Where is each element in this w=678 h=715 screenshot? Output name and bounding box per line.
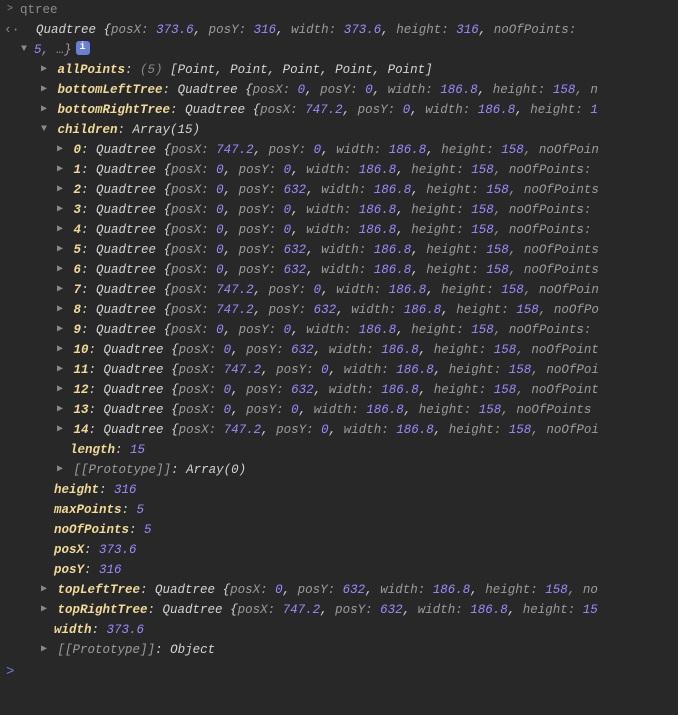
output-caret-icon: ‹· [4, 20, 18, 40]
array-index: 6 [74, 260, 82, 280]
chevron-right-icon[interactable]: ▶ [54, 160, 66, 180]
array-index: 2 [74, 180, 82, 200]
children-item[interactable]: ▶ 0: Quadtree {posX: 747.2, posY: 0, wid… [0, 140, 678, 160]
prop-bottomLeftTree[interactable]: ▶ bottomLeftTree: Quadtree { posX: 0, po… [0, 80, 678, 100]
prop-topRightTree[interactable]: ▶ topRightTree: Quadtree { posX: 747.2, … [0, 600, 678, 620]
chevron-right-icon[interactable]: ▶ [54, 180, 66, 200]
array-index: 8 [74, 300, 82, 320]
children-item[interactable]: ▶ 3: Quadtree {posX: 0, posY: 0, width: … [0, 200, 678, 220]
chevron-right-icon[interactable]: ▶ [38, 580, 50, 600]
children-item[interactable]: ▶ 1: Quadtree {posX: 0, posY: 0, width: … [0, 160, 678, 180]
children-item[interactable]: ▶ 9: Quadtree {posX: 0, posY: 0, width: … [0, 320, 678, 340]
chevron-right-icon[interactable]: ▶ [54, 360, 66, 380]
chevron-right-icon[interactable]: ▶ [54, 140, 66, 160]
array-index: 4 [74, 220, 82, 240]
chevron-right-icon[interactable]: ▶ [54, 420, 66, 440]
root-expression: qtree [16, 0, 58, 20]
chevron-right-icon[interactable]: ▶ [54, 380, 66, 400]
children-item[interactable]: ▶ 12: Quadtree {posX: 0, posY: 632, widt… [0, 380, 678, 400]
prop-noOfPoints[interactable]: noOfPoints: 5 [0, 520, 678, 540]
object-summary-line[interactable]: ‹· Quadtree { posX: 373.6 , posY: 316 , … [0, 20, 678, 40]
children-item[interactable]: ▶ 14: Quadtree {posX: 747.2, posY: 0, wi… [0, 420, 678, 440]
prop-maxPoints[interactable]: maxPoints: 5 [0, 500, 678, 520]
prop-bottomRightTree[interactable]: ▶ bottomRightTree: Quadtree { posX: 747.… [0, 100, 678, 120]
prop-height[interactable]: height: 316 [0, 480, 678, 500]
object-summary-line2[interactable]: ▼ 5 , …} i [0, 40, 678, 60]
console-prompt[interactable]: > [0, 660, 678, 684]
array-index: 3 [74, 200, 82, 220]
chevron-right-icon[interactable]: ▶ [38, 600, 50, 620]
chevron-down-icon[interactable]: ▼ [38, 120, 50, 140]
prop-length[interactable]: length: 15 [0, 440, 678, 460]
prop-allPoints[interactable]: ▶ allPoints: (5) [Point, Point, Point, P… [0, 60, 678, 80]
chevron-right-icon[interactable]: > [4, 0, 16, 20]
prop-posX[interactable]: posX: 373.6 [0, 540, 678, 560]
info-icon[interactable]: i [76, 41, 90, 55]
prop-width[interactable]: width: 373.6 [0, 620, 678, 640]
chevron-right-icon[interactable]: ▶ [54, 400, 66, 420]
chevron-right-icon[interactable]: ▶ [54, 460, 66, 480]
console-root-line[interactable]: > qtree [0, 0, 678, 20]
array-index: 5 [74, 240, 82, 260]
children-item[interactable]: ▶ 6: Quadtree {posX: 0, posY: 632, width… [0, 260, 678, 280]
chevron-down-icon[interactable]: ▼ [18, 40, 30, 60]
chevron-right-icon[interactable]: ▶ [54, 220, 66, 240]
children-item[interactable]: ▶ 7: Quadtree {posX: 747.2, posY: 0, wid… [0, 280, 678, 300]
chevron-right-icon[interactable]: ▶ [38, 80, 50, 100]
chevron-right-icon[interactable]: ▶ [54, 280, 66, 300]
prop-children[interactable]: ▼ children: Array(15) [0, 120, 678, 140]
array-index: 0 [74, 140, 82, 160]
array-index: 10 [74, 340, 89, 360]
children-item[interactable]: ▶ 2: Quadtree {posX: 0, posY: 632, width… [0, 180, 678, 200]
chevron-right-icon[interactable]: ▶ [54, 240, 66, 260]
chevron-right-icon[interactable]: ▶ [38, 640, 50, 660]
prop-topLeftTree[interactable]: ▶ topLeftTree: Quadtree { posX: 0, posY:… [0, 580, 678, 600]
prop-prototype-object[interactable]: ▶ [[Prototype]]: Object [0, 640, 678, 660]
chevron-right-icon[interactable]: ▶ [54, 260, 66, 280]
chevron-right-icon[interactable]: ▶ [54, 320, 66, 340]
prop-prototype-array[interactable]: ▶ [[Prototype]]: Array(0) [0, 460, 678, 480]
children-item[interactable]: ▶ 8: Quadtree {posX: 747.2, posY: 632, w… [0, 300, 678, 320]
children-item[interactable]: ▶ 4: Quadtree {posX: 0, posY: 0, width: … [0, 220, 678, 240]
array-index: 1 [74, 160, 82, 180]
array-index: 12 [74, 380, 89, 400]
children-item[interactable]: ▶ 5: Quadtree {posX: 0, posY: 632, width… [0, 240, 678, 260]
array-index: 11 [74, 360, 89, 380]
array-index: 13 [74, 400, 89, 420]
children-item[interactable]: ▶ 13: Quadtree {posX: 0, posY: 0, width:… [0, 400, 678, 420]
prop-posY[interactable]: posY: 316 [0, 560, 678, 580]
chevron-right-icon[interactable]: ▶ [54, 340, 66, 360]
array-index: 7 [74, 280, 82, 300]
chevron-right-icon[interactable]: ▶ [54, 300, 66, 320]
chevron-right-icon[interactable]: ▶ [54, 200, 66, 220]
chevron-right-icon[interactable]: ▶ [38, 100, 50, 120]
children-item[interactable]: ▶ 11: Quadtree {posX: 747.2, posY: 0, wi… [0, 360, 678, 380]
chevron-right-icon[interactable]: ▶ [38, 60, 50, 80]
array-index: 9 [74, 320, 82, 340]
children-item[interactable]: ▶ 10: Quadtree {posX: 0, posY: 632, widt… [0, 340, 678, 360]
array-index: 14 [74, 420, 89, 440]
